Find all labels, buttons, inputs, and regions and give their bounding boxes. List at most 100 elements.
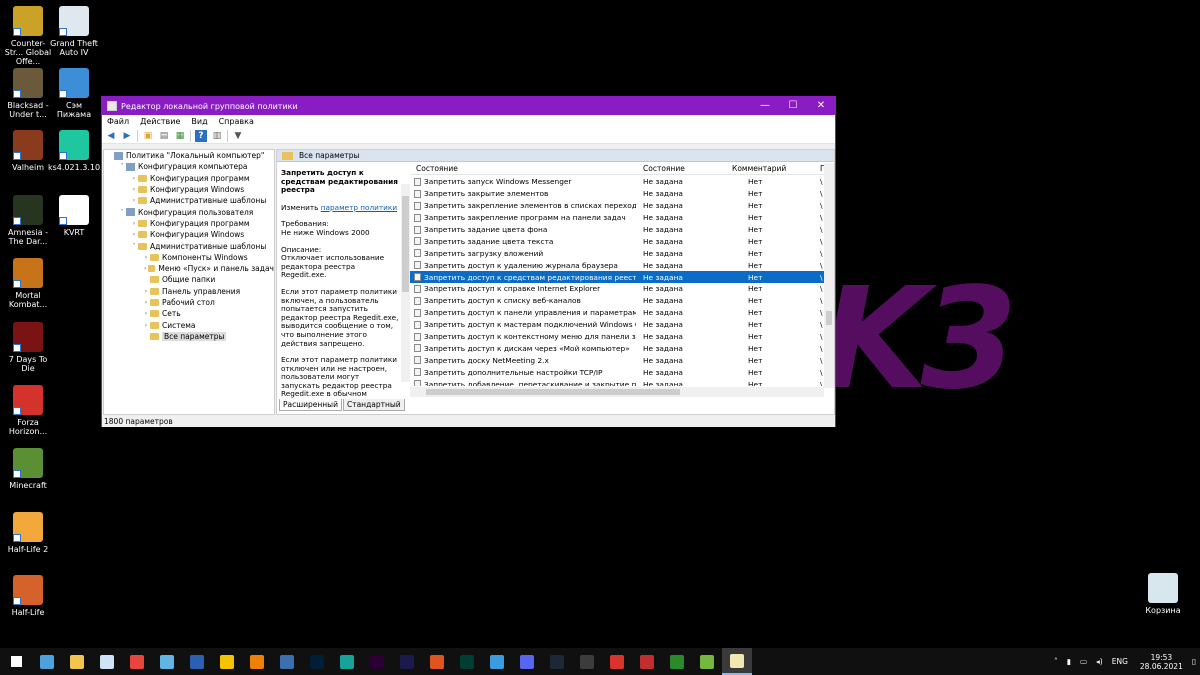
col-state-header[interactable]: Состояние <box>643 164 685 173</box>
expand-arrow-icon[interactable]: › <box>142 299 150 306</box>
menu-file[interactable]: Файл <box>107 117 129 126</box>
tree-item[interactable]: Политика "Локальный компьютер" <box>104 150 274 161</box>
title-bar[interactable]: Редактор локальной групповой политики — … <box>102 97 835 115</box>
expand-arrow-icon[interactable]: › <box>142 310 150 317</box>
policy-row[interactable]: Запретить задание цвета текста Не задана Н… <box>410 235 824 247</box>
expand-arrow-icon[interactable]: › <box>142 322 150 329</box>
expand-arrow-icon[interactable]: › <box>142 288 150 295</box>
policy-row[interactable]: Запретить добавление, перетаскивание и з… <box>410 378 824 386</box>
taskbar-audition[interactable] <box>452 648 482 675</box>
expand-arrow-icon[interactable]: ˅ <box>130 243 138 250</box>
policy-row[interactable]: Запретить задание цвета фона Не задана Нет… <box>410 224 824 236</box>
taskbar-app-flag[interactable] <box>632 648 662 675</box>
tree-item[interactable]: ˅ Конфигурация компьютера <box>104 161 274 172</box>
desktop-icon[interactable]: Counter-Str... Global Offe... <box>2 6 54 66</box>
maximize-button[interactable]: ☐ <box>779 97 807 115</box>
scroll-thumb[interactable] <box>826 311 832 325</box>
desktop-icon[interactable]: Корзина <box>1137 573 1189 615</box>
expand-arrow-icon[interactable]: ˅ <box>118 163 126 170</box>
taskbar-discord[interactable] <box>512 648 542 675</box>
taskbar-start[interactable] <box>0 648 32 675</box>
menu-help[interactable]: Справка <box>219 117 254 126</box>
desktop-icon[interactable]: Сэм Пижама <box>48 68 100 119</box>
expand-arrow-icon[interactable]: › <box>130 186 138 193</box>
policy-row[interactable]: Запретить запуск Windows Messenger Не зад… <box>410 176 824 188</box>
clock[interactable]: 19:53 28.06.2021 <box>1140 653 1183 671</box>
desktop-icon[interactable]: Blacksad - Under t... <box>2 68 54 119</box>
taskbar-utorrent[interactable] <box>692 648 722 675</box>
policy-row[interactable]: Запретить закрепление элементов в списка… <box>410 200 824 212</box>
taskbar-obs[interactable] <box>572 648 602 675</box>
taskbar-steam[interactable] <box>542 648 572 675</box>
desktop-icon[interactable]: Minecraft <box>2 448 54 490</box>
minimize-button[interactable]: — <box>751 97 779 115</box>
taskbar-gpedit[interactable] <box>722 648 752 675</box>
policy-row[interactable]: Запретить доступ к панели управления и п… <box>410 307 824 319</box>
policy-row[interactable]: Запретить доступ к дискам через «Мой ком… <box>410 342 824 354</box>
policy-row[interactable]: Запретить доступ к мастерам подключений … <box>410 319 824 331</box>
network-icon[interactable]: ▭ <box>1080 657 1087 666</box>
tree-item[interactable]: › Меню «Пуск» и панель задач <box>104 263 274 274</box>
properties-icon[interactable]: ▥ <box>211 130 223 142</box>
tree-item[interactable]: › Компоненты Windows <box>104 252 274 263</box>
taskbar-after-effects[interactable] <box>392 648 422 675</box>
policy-row[interactable]: Запретить доску NetMeeting 2.x Не задана Н… <box>410 354 824 366</box>
microphone-icon[interactable]: ▮ <box>1067 657 1071 666</box>
show-tree-icon[interactable]: ▤ <box>158 130 170 142</box>
tree-item[interactable]: › Система <box>104 319 274 330</box>
policy-row[interactable]: Запретить доступ к контекстному меню для… <box>410 331 824 343</box>
policy-row[interactable]: Запретить закрытие элементов Не задана Нет… <box>410 188 824 200</box>
menu-action[interactable]: Действие <box>140 117 180 126</box>
close-button[interactable]: ✕ <box>807 97 835 115</box>
help-icon[interactable]: ? <box>195 129 207 142</box>
taskbar-app-orange[interactable] <box>422 648 452 675</box>
volume-icon[interactable]: ◂) <box>1096 657 1103 666</box>
policy-row[interactable]: Запретить доступ к средствам редактирова… <box>410 271 824 284</box>
scroll-thumb[interactable] <box>426 389 680 395</box>
notifications-icon[interactable]: ▯ <box>1192 657 1196 666</box>
forward-icon[interactable]: ▶ <box>121 130 133 142</box>
taskbar-vlc[interactable] <box>242 648 272 675</box>
tree-item[interactable]: ˅ Конфигурация пользователя <box>104 206 274 217</box>
edit-policy-link[interactable]: параметр политики <box>321 203 397 212</box>
language-indicator[interactable]: ENG <box>1112 657 1128 666</box>
taskbar-premiere[interactable] <box>362 648 392 675</box>
filter-icon[interactable]: ▼ <box>232 130 244 142</box>
taskbar-app-registry[interactable] <box>272 648 302 675</box>
taskbar-task-view[interactable] <box>32 648 62 675</box>
desktop-icon[interactable]: ks4.021.3.10... <box>48 130 108 172</box>
desktop-icon[interactable]: Half-Life <box>2 575 54 617</box>
taskbar-app-teal[interactable] <box>332 648 362 675</box>
taskbar-app-network[interactable] <box>482 648 512 675</box>
list-vertical-scrollbar[interactable] <box>824 163 834 388</box>
desktop-icon[interactable]: Grand Theft Auto IV <box>48 6 100 57</box>
taskbar-xbox[interactable] <box>662 648 692 675</box>
policy-row[interactable]: Запретить загрузку вложений Не задана Нет \ <box>410 247 824 259</box>
expand-arrow-icon[interactable]: › <box>130 220 138 227</box>
desktop-icon[interactable]: Mortal Kombat... <box>2 258 54 309</box>
desktop-icon[interactable]: Valheim <box>2 130 54 172</box>
back-icon[interactable]: ◀ <box>105 130 117 142</box>
taskbar-notepad[interactable] <box>92 648 122 675</box>
tree-item[interactable]: › Административные шаблоны <box>104 195 274 206</box>
desktop-icon[interactable]: Amnesia - The Dar... <box>2 195 54 246</box>
taskbar-app-yellow[interactable] <box>212 648 242 675</box>
col-comment-header[interactable]: Комментарий <box>732 164 786 173</box>
tree-item[interactable]: › Сеть <box>104 308 274 319</box>
desktop-icon[interactable]: KVRT <box>48 195 100 237</box>
policy-row[interactable]: Запретить доступ к справке Internet Expl… <box>410 283 824 295</box>
expand-arrow-icon[interactable]: › <box>142 254 150 261</box>
desktop-icon[interactable]: Forza Horizon... <box>2 385 54 436</box>
col-name-header[interactable]: Состояние <box>416 164 458 173</box>
policy-row[interactable]: Запретить дополнительные настройки TCP/I… <box>410 366 824 378</box>
taskbar-photoshop[interactable] <box>302 648 332 675</box>
tree-item[interactable]: › Конфигурация Windows <box>104 229 274 240</box>
tree-item[interactable]: › Конфигурация программ <box>104 173 274 184</box>
taskbar-app-red[interactable] <box>602 648 632 675</box>
menu-view[interactable]: Вид <box>191 117 207 126</box>
expand-arrow-icon[interactable]: › <box>130 231 138 238</box>
scroll-thumb[interactable] <box>402 196 409 292</box>
tree-item[interactable]: Все параметры <box>104 331 274 342</box>
list-horizontal-scrollbar[interactable] <box>410 387 824 397</box>
tab-standard[interactable]: Стандартный <box>342 399 405 411</box>
